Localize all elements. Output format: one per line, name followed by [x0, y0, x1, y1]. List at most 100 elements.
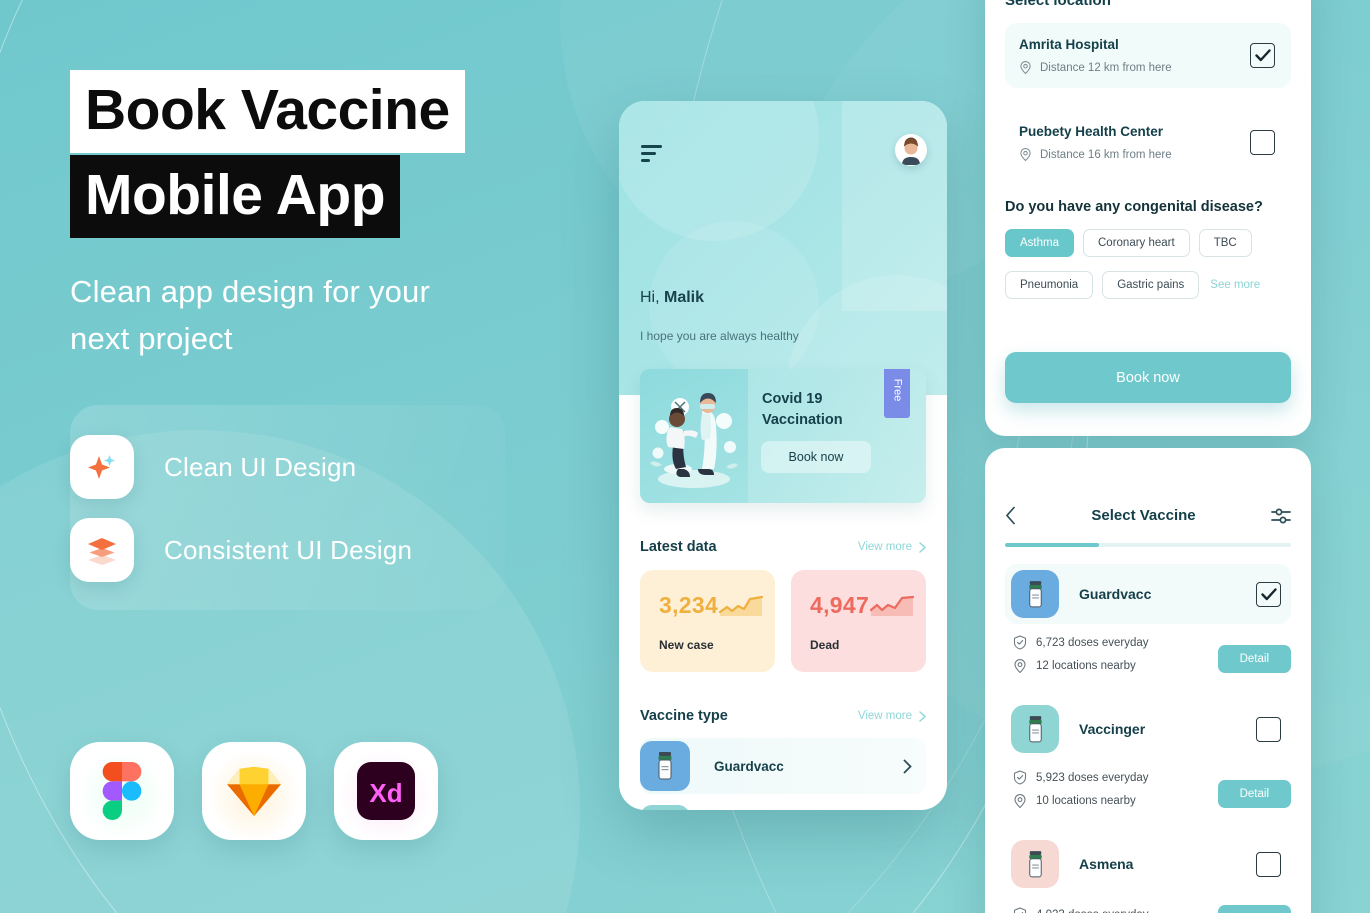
location-checkbox-unchecked[interactable]: [1250, 130, 1275, 155]
feature-panel: Clean UI Design Consistent UI Design: [70, 405, 505, 610]
sliders-icon[interactable]: [1271, 507, 1291, 525]
location-pin-icon: [1014, 794, 1026, 808]
location-checkbox-checked[interactable]: [1250, 43, 1275, 68]
latest-data-view-more[interactable]: View more: [858, 541, 926, 553]
vaccine-type-header: Vaccine type View more: [640, 708, 926, 724]
stat-card-new-case[interactable]: 3,234 New case: [640, 570, 775, 672]
user-avatar[interactable]: [895, 134, 927, 166]
location-card-amrita[interactable]: Amrita Hospital Distance 12 km from here: [1005, 23, 1291, 88]
select-vaccine-header: Select Vaccine: [1005, 448, 1291, 525]
vaccine-vial-icon: [1011, 840, 1059, 888]
vaccine-checkbox-checked[interactable]: [1256, 581, 1281, 607]
vaccine-doses: 4,023 doses everyday: [1036, 909, 1149, 913]
vaccine-vial-icon: [640, 805, 690, 810]
select-location-title: Select location: [1005, 0, 1111, 9]
latest-data-title: Latest data: [640, 539, 717, 555]
location-distance: Distance 16 km from here: [1040, 148, 1172, 161]
see-more-link[interactable]: See more: [1208, 279, 1260, 291]
vaccine-doses-row: 6,723 doses everyday: [1013, 635, 1149, 650]
vaccine-item-header[interactable]: Guardvacc: [1005, 564, 1291, 624]
disease-tag-asthma[interactable]: Asthma: [1005, 229, 1074, 257]
vaccine-vial-icon: [1011, 705, 1059, 753]
disease-tag-list-row2: Pneumonia Gastric pains See more: [1005, 271, 1291, 299]
location-pin-icon: [1014, 659, 1026, 673]
sketch-icon: [202, 742, 306, 840]
location-pin-icon: [1020, 61, 1031, 74]
sparkline-yellow: [719, 595, 763, 616]
location-name: Puebety Health Center: [1019, 124, 1164, 139]
vaccine-item-header[interactable]: Vaccinger: [1005, 699, 1291, 759]
banner-book-now-button[interactable]: Book now: [761, 441, 871, 473]
phone-home-screen: Hi, Malik I hope you are always healthy: [619, 101, 947, 810]
chevron-left-icon[interactable]: [1005, 506, 1016, 525]
stat-label: New case: [659, 638, 714, 652]
step-progress-fill: [1005, 543, 1100, 547]
view-more-label: View more: [857, 541, 912, 553]
latest-data-cards: 3,234 New case 4,947 Dead: [640, 570, 926, 672]
vaccine-type-row-guardvacc[interactable]: Guardvacc: [640, 738, 926, 794]
vaccine-type-title: Vaccine type: [640, 708, 728, 724]
vaccine-item-meta: 5,923 doses everyday 10 locations nearby…: [1005, 770, 1291, 817]
tool-icons: Xd: [70, 742, 438, 840]
vaccine-locations-row: 12 locations nearby: [1013, 659, 1149, 673]
vaccine-type-view-more[interactable]: View more: [858, 710, 926, 722]
vaccine-name: Guardvacc: [1079, 586, 1152, 602]
shield-check-icon: [1013, 770, 1027, 785]
vaccine-item-meta: 4,023 doses everyday Detail: [1005, 905, 1291, 913]
disease-tag-pneumonia[interactable]: Pneumonia: [1005, 271, 1094, 299]
hero-title-line-2: Mobile App: [70, 155, 401, 238]
feature-item-consistent-ui: Consistent UI Design: [70, 518, 412, 582]
vaccine-type-row-vaccinger[interactable]: Vaccinger: [640, 802, 926, 810]
free-badge-label: Free: [891, 378, 903, 402]
view-more-label: View more: [857, 710, 912, 722]
hero-section: Book Vaccine Mobile App Clean app design…: [70, 70, 590, 362]
hamburger-icon[interactable]: [641, 145, 662, 166]
feature-item-clean-ui: Clean UI Design: [70, 435, 356, 499]
chevron-right-icon: [903, 759, 912, 773]
sparkle-icon: [70, 435, 134, 499]
vaccine-item-meta: 6,723 doses everyday 12 locations nearby…: [1005, 635, 1291, 682]
disease-tag-tbc[interactable]: TBC: [1198, 229, 1252, 257]
select-vaccine-panel: Select Vaccine Guardvacc 6,723 doses eve…: [985, 448, 1311, 913]
banner-illustration: [640, 369, 748, 503]
congenital-disease-question: Do you have any congenital disease?: [1005, 199, 1263, 215]
book-now-button[interactable]: Book now: [1005, 352, 1291, 403]
vaccine-item-vaccinger: Vaccinger 5,923 doses everyday 10 locati…: [1005, 699, 1291, 817]
check-icon: [1260, 587, 1277, 600]
detail-button[interactable]: Detail: [1217, 644, 1291, 673]
figma-icon: [70, 742, 174, 840]
feature-label: Clean UI Design: [164, 451, 357, 482]
location-distance-row: Distance 16 km from here: [1019, 148, 1172, 161]
vaccine-item-guardvacc: Guardvacc 6,723 doses everyday 12 locati…: [1005, 564, 1291, 682]
vaccine-checkbox-unchecked[interactable]: [1256, 716, 1281, 742]
greeting-prefix: Hi,: [640, 289, 664, 306]
header-blob-1: [619, 101, 819, 241]
disease-tag-coronary-heart[interactable]: Coronary heart: [1083, 229, 1190, 257]
vaccine-doses-row: 4,023 doses everyday: [1013, 907, 1149, 913]
location-card-puebety[interactable]: Puebety Health Center Distance 16 km fro…: [1005, 110, 1291, 175]
location-pin-icon: [1020, 148, 1031, 161]
stat-label: Dead: [810, 638, 840, 652]
vaccine-locations: 12 locations nearby: [1036, 660, 1136, 672]
layers-icon: [70, 518, 134, 582]
vaccine-item-asmena: Asmena 4,023 doses everyday Detail: [1005, 834, 1291, 913]
disease-tag-gastric-pains[interactable]: Gastric pains: [1102, 271, 1200, 299]
detail-button[interactable]: Detail: [1217, 905, 1291, 913]
phone-header: Hi, Malik I hope you are always healthy: [619, 101, 947, 395]
detail-button[interactable]: Detail: [1217, 779, 1291, 808]
stat-card-dead[interactable]: 4,947 Dead: [791, 570, 926, 672]
adobe-xd-icon: Xd: [334, 742, 438, 840]
covid-vaccination-banner[interactable]: Covid 19 Vaccination Book now Free: [640, 369, 926, 503]
vaccine-name: Asmena: [1079, 856, 1134, 872]
check-icon: [1254, 49, 1271, 62]
vaccine-item-header[interactable]: Asmena: [1005, 834, 1291, 894]
sparkline-red: [870, 595, 914, 616]
vaccine-name: Vaccinger: [1079, 721, 1146, 737]
vaccine-checkbox-unchecked[interactable]: [1256, 851, 1281, 877]
location-name: Amrita Hospital: [1019, 37, 1119, 52]
vaccine-doses-row: 5,923 doses everyday: [1013, 770, 1149, 785]
free-badge: Free: [884, 369, 910, 418]
vaccine-locations-row: 10 locations nearby: [1013, 794, 1149, 808]
select-location-panel: Select location Amrita Hospital Distance…: [985, 0, 1311, 436]
location-distance-row: Distance 12 km from here: [1019, 61, 1172, 74]
